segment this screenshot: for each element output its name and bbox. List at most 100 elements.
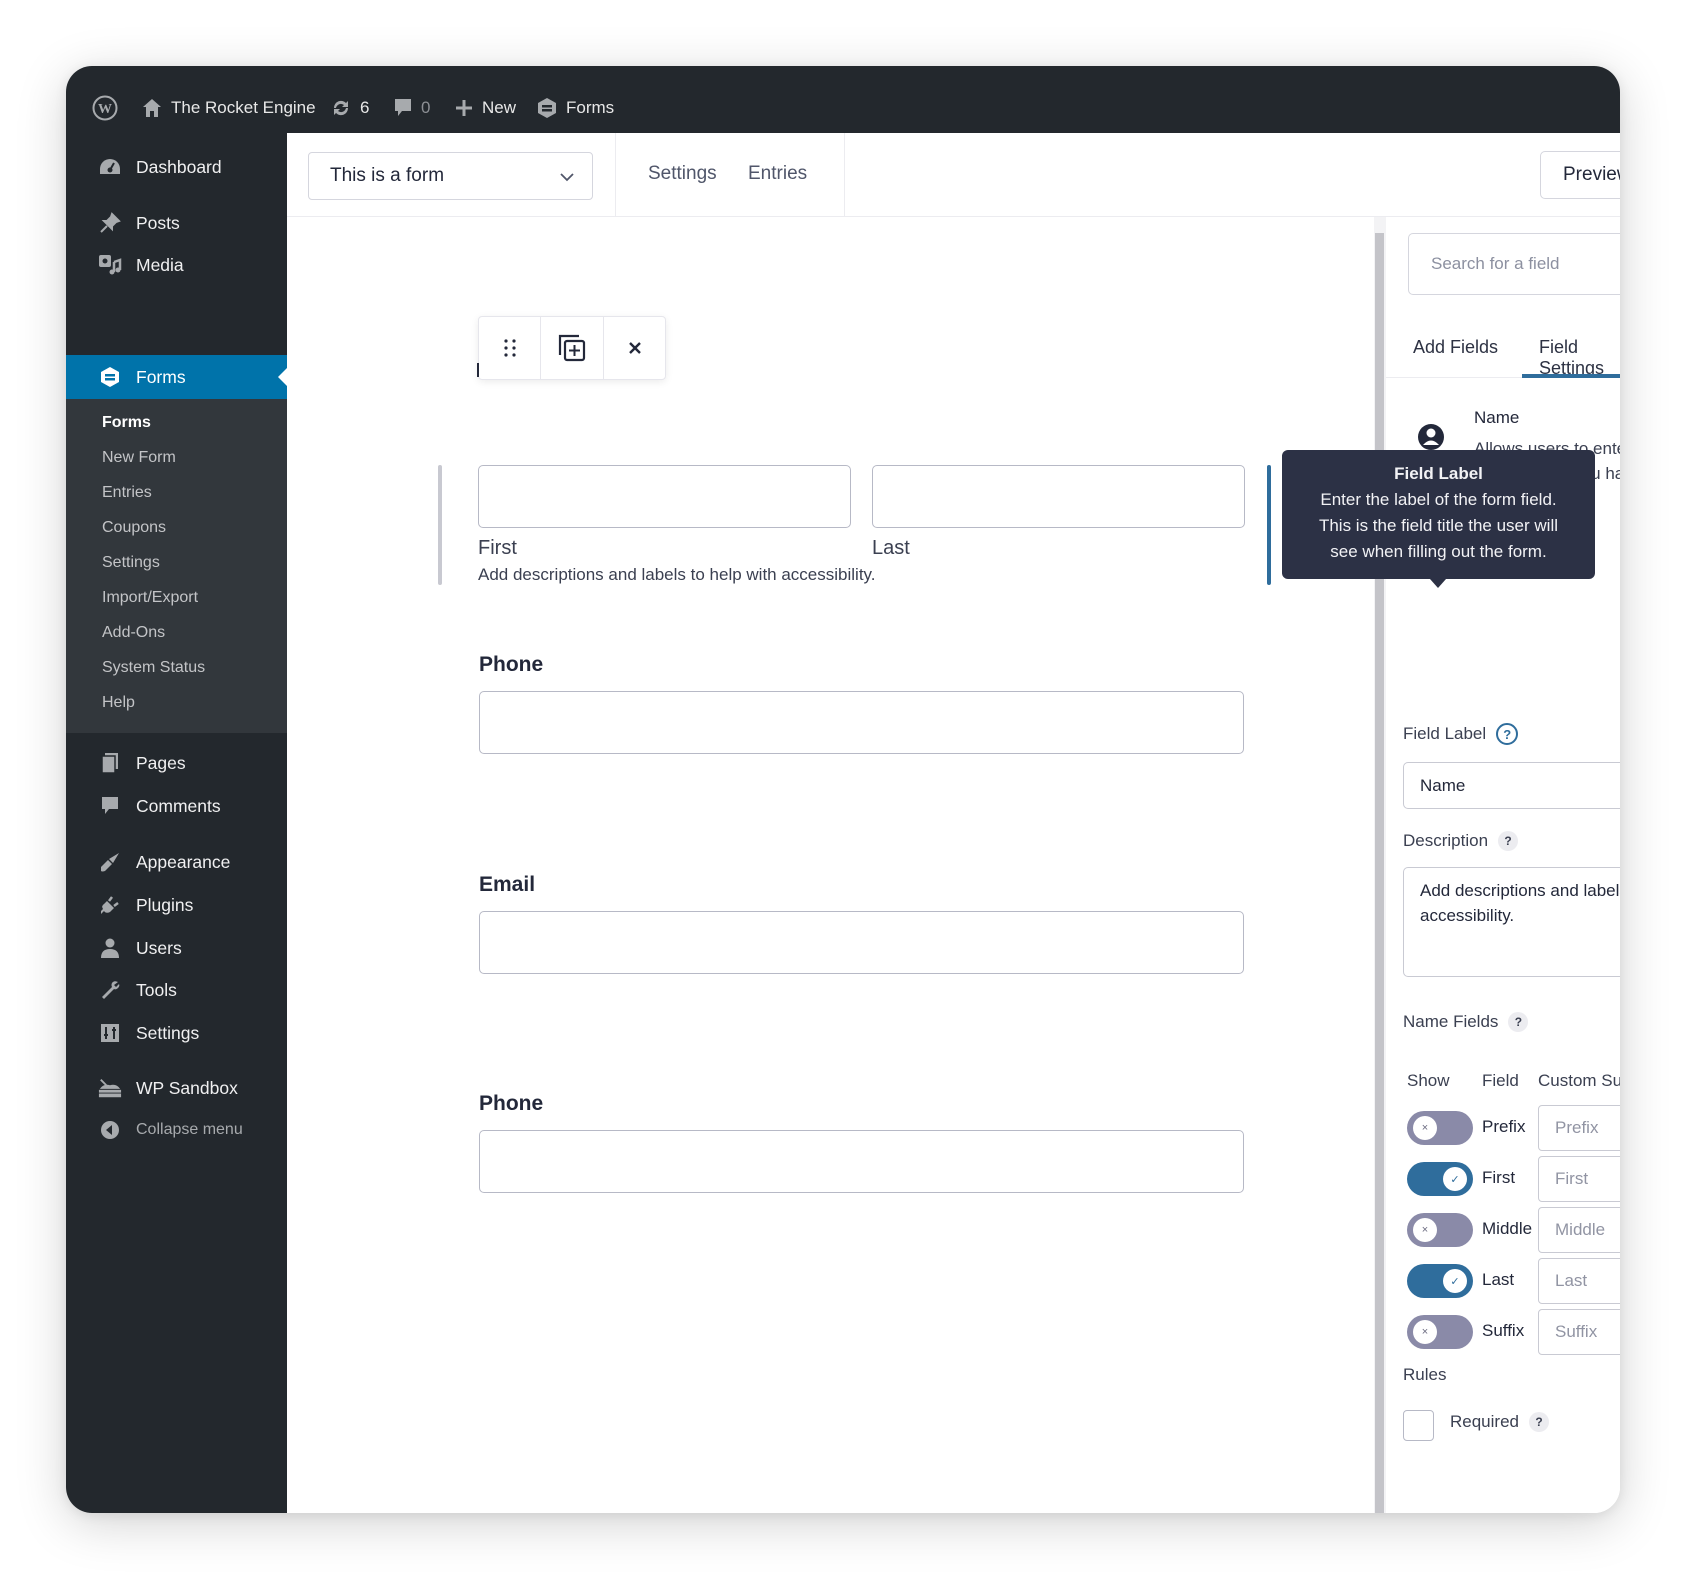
column-field: Field [1482,1071,1519,1090]
required-checkbox[interactable] [1403,1410,1434,1441]
toggle-last[interactable]: ✓ [1407,1264,1473,1298]
sidebar-item-plugins[interactable]: Plugins [66,885,287,925]
home-icon [143,99,161,117]
dashboard-icon [98,155,122,179]
drag-handle[interactable] [479,317,541,379]
tab-field-settings[interactable]: Field Settings [1539,337,1620,379]
tooltip-line: see when filling out the form. [1330,542,1547,561]
toggle-first[interactable]: ✓ [1407,1162,1473,1196]
sidebar-item-dashboard[interactable]: Dashboard [66,147,287,187]
sidebar-label: Comments [136,795,221,816]
comments-link[interactable]: 0 [393,96,430,120]
name-field-label: Prefix [1482,1117,1526,1136]
tooltip-line: This is the field title the user will [1318,516,1559,535]
custom-sub-label-input[interactable]: First [1538,1156,1620,1202]
entries-link[interactable]: Entries [748,163,807,185]
sidebar-item-comments[interactable]: Comments [66,786,287,826]
field-type-name: Name [1474,408,1520,427]
sidebar-label: Media [136,254,184,275]
name-fields-text: Name Fields [1403,1012,1499,1031]
forms-link[interactable]: Forms [536,96,614,120]
help-icon[interactable]: ? [1529,1412,1549,1432]
toggle-middle[interactable]: × [1407,1213,1473,1247]
canvas-scrollbar[interactable] [1375,233,1384,1513]
media-icon [98,253,122,277]
last-name-input[interactable] [872,465,1245,528]
sidebar-item-pages[interactable]: Pages [66,743,287,783]
first-sub-label: First [478,537,517,559]
settings-link[interactable]: Settings [648,163,717,185]
toolbar-divider [844,133,845,217]
plus-icon [456,100,472,116]
duplicate-button[interactable] [541,317,604,379]
sidebar-label: Appearance [136,851,231,872]
sidebar-item-forms[interactable]: Forms [66,355,287,399]
sidebar-item-wp-sandbox[interactable]: WP Sandbox [66,1068,287,1108]
check-icon: ✓ [1443,1167,1467,1191]
sidebar-item-media[interactable]: Media [66,245,287,285]
field-block-toolbar [478,316,666,380]
column-show: Show [1407,1071,1450,1090]
sidebar-label: Pages [136,752,186,773]
submenu-forms[interactable]: Forms [102,414,151,432]
help-icon[interactable]: ? [1498,831,1519,851]
updates-link[interactable]: 6 [330,96,369,120]
active-tab-indicator [1522,374,1620,378]
phone-input-2[interactable] [479,1130,1244,1193]
description-label: Description ? [1403,831,1519,851]
x-icon: × [1413,1116,1437,1140]
description-textarea[interactable]: Add descriptions and labels to help with… [1403,867,1620,977]
name-field-label: Last [1482,1270,1515,1289]
sidebar-item-tools[interactable]: Tools [66,970,287,1010]
field-label-tooltip: Field Label Enter the label of the form … [1282,450,1595,588]
first-name-input[interactable] [478,465,851,528]
submenu-import-export[interactable]: Import/Export [102,589,198,607]
sidebar-item-posts[interactable]: Posts [66,203,287,243]
sidebar-item-settings[interactable]: Settings [66,1013,287,1053]
help-icon[interactable]: ? [1508,1012,1529,1032]
tab-add-fields[interactable]: Add Fields [1413,337,1498,358]
last-sub-label: Last [872,537,910,559]
submenu-help[interactable]: Help [102,694,135,712]
custom-sub-label-input[interactable]: Prefix [1538,1105,1620,1151]
custom-sub-label-input[interactable]: Middle [1538,1207,1620,1253]
rules-label: Rules [1403,1365,1447,1384]
forms-label: Forms [566,98,615,117]
submenu-new-form[interactable]: New Form [102,449,176,467]
site-name-link[interactable]: The Rocket Engine [141,96,316,120]
comments-count: 0 [421,98,431,117]
sandbox-icon [98,1076,122,1100]
field-label-input[interactable]: Name [1403,762,1620,809]
field-label-text: Field Label [1403,724,1487,743]
form-editor: This is a form Settings Entries Preview [287,133,1620,1513]
wordpress-logo[interactable]: W [92,95,118,121]
custom-sub-label-input[interactable]: Last [1538,1258,1620,1304]
remove-field-button[interactable] [604,317,665,379]
sidebar-item-appearance[interactable]: Appearance [66,842,287,882]
form-select-dropdown[interactable]: This is a form [308,152,593,200]
submenu-entries[interactable]: Entries [102,484,152,502]
tooltip-line: Enter the label of the form field. [1320,490,1557,509]
phone-field-label-2: Phone [479,1092,544,1115]
email-field-label: Email [479,873,536,896]
forms-icon [98,365,122,389]
field-search-input[interactable]: Search for a field [1408,233,1620,295]
tooltip-title: Field Label [1394,464,1483,483]
toggle-prefix[interactable]: × [1407,1111,1473,1145]
submenu-settings[interactable]: Settings [102,554,160,572]
sidebar-item-users[interactable]: Users [66,928,287,968]
toggle-suffix[interactable]: × [1407,1315,1473,1349]
phone-input[interactable] [479,691,1244,754]
submenu-add-ons[interactable]: Add-Ons [102,624,165,642]
x-icon: × [1413,1218,1437,1242]
submenu-coupons[interactable]: Coupons [102,519,166,537]
submenu-system-status[interactable]: System Status [102,659,205,677]
admin-sidebar: Dashboard Posts Media Forms Forms New Fo… [66,133,287,1513]
new-content-link[interactable]: New [454,96,516,120]
help-icon[interactable]: ? [1496,723,1519,745]
check-icon: ✓ [1443,1269,1467,1293]
collapse-menu-button[interactable]: Collapse menu [66,1110,287,1150]
custom-sub-label-input[interactable]: Suffix [1538,1309,1620,1355]
email-input[interactable] [479,911,1244,974]
preview-button[interactable]: Preview [1540,151,1620,199]
